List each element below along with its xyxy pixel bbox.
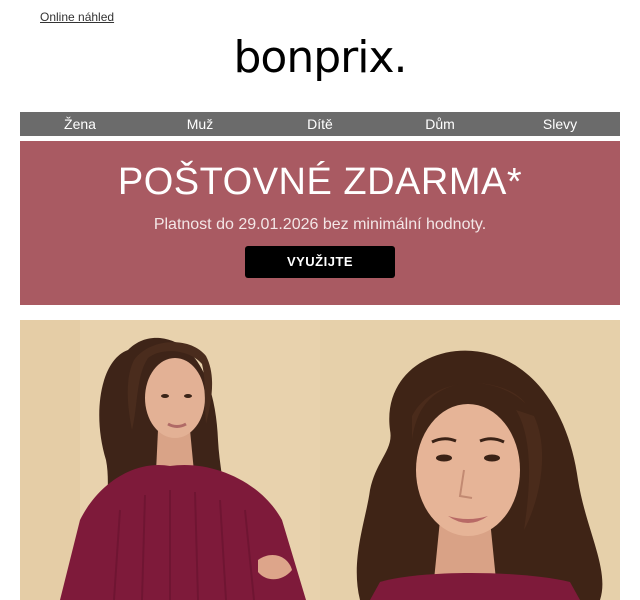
promo-title: POŠTOVNÉ ZDARMA*: [117, 161, 523, 203]
model-right-illustration: [320, 320, 620, 600]
nav-item-slevy[interactable]: Slevy: [500, 112, 620, 136]
promo-subtitle: Platnost do 29.01.2026 bez minimální hod…: [153, 216, 487, 233]
free-shipping-banner: POŠTOVNÉ ZDARMA* Platnost do 29.01.2026 …: [20, 141, 620, 305]
model-photo-left[interactable]: [20, 320, 320, 600]
main-navigation: Žena Muž Dítě Dům Slevy: [20, 112, 620, 136]
model-photo-right[interactable]: [320, 320, 620, 600]
nav-item-muz[interactable]: Muž: [140, 112, 260, 136]
nav-item-dum[interactable]: Dům: [380, 112, 500, 136]
nav-item-zena[interactable]: Žena: [20, 112, 140, 136]
product-photos: [20, 320, 620, 600]
use-offer-button[interactable]: VYUŽIJTE: [245, 246, 395, 278]
online-preview-link[interactable]: Online náhled: [40, 10, 114, 24]
bonprix-logo[interactable]: bonprix.: [0, 36, 640, 80]
nav-item-dite[interactable]: Dítě: [260, 112, 380, 136]
model-left-illustration: [20, 320, 320, 600]
